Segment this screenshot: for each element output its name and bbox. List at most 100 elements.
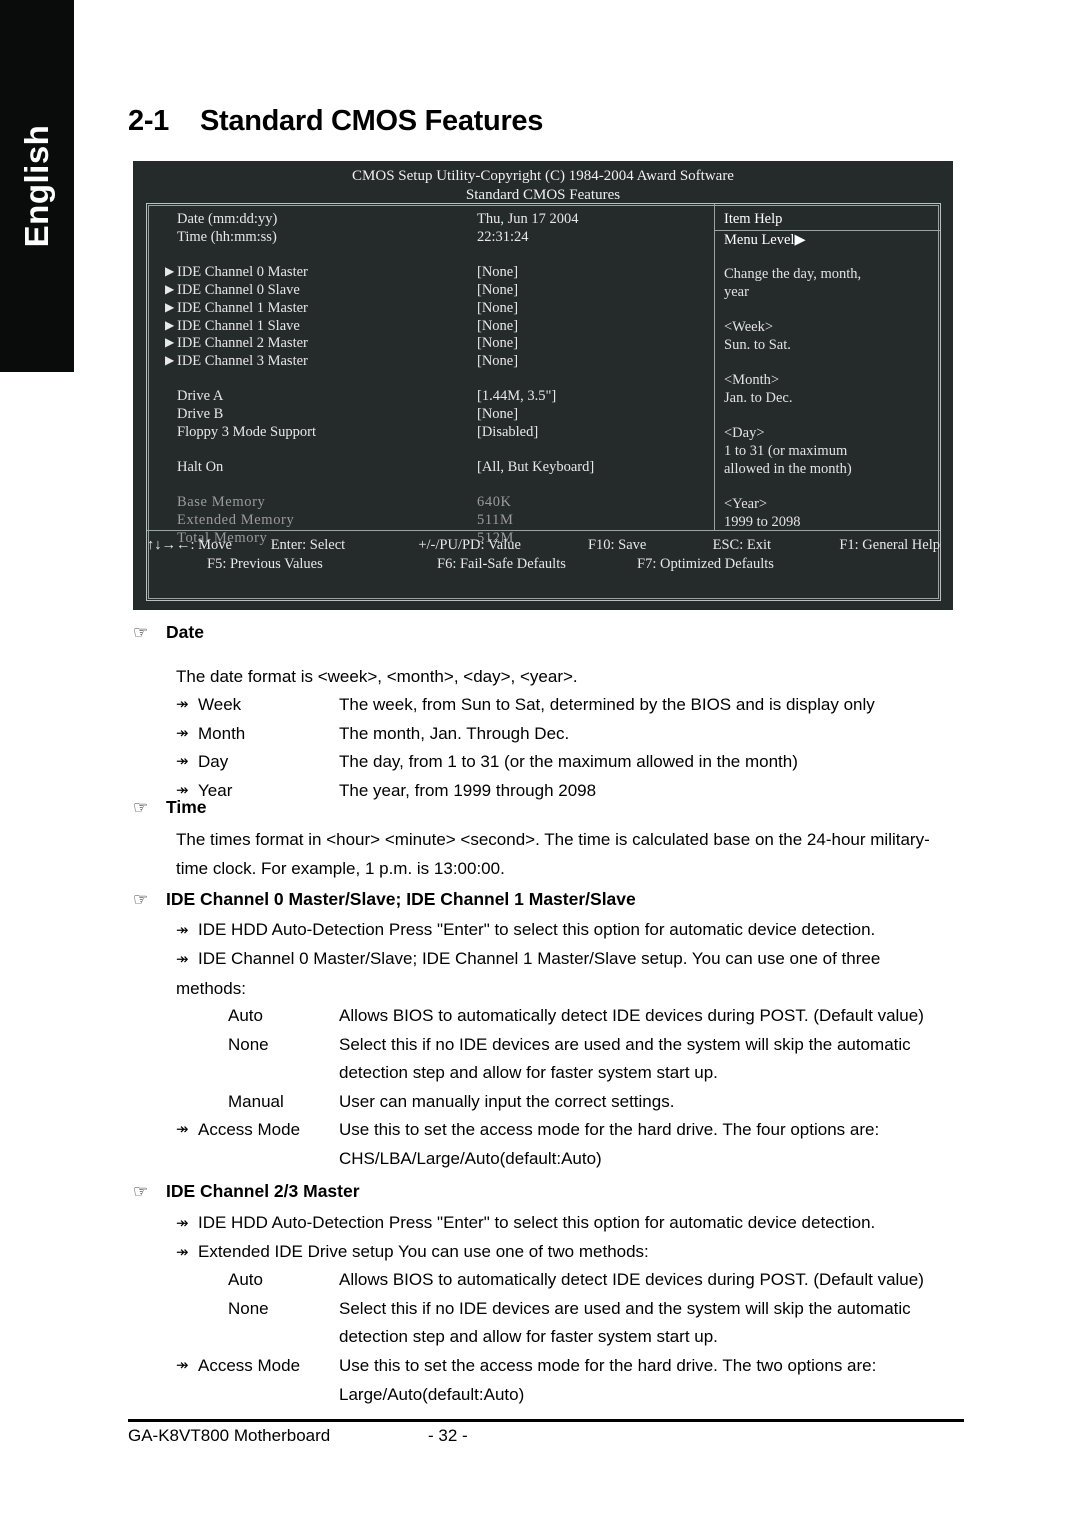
- item-help-header: Item Help: [715, 211, 940, 231]
- definition-description: Use this to set the access mode for the …: [339, 1120, 880, 1139]
- hand-pointer-icon: ☞: [133, 1182, 149, 1201]
- bios-row-spacer: [147, 247, 714, 264]
- definition-row: None Select this if no IDE devices are us…: [176, 1295, 964, 1324]
- bios-setting-row[interactable]: ▶ IDE Channel 1 Slave [None]: [147, 318, 714, 336]
- section-heading-ide01: ☞ IDE Channel 0 Master/Slave; IDE Channe…: [133, 889, 636, 910]
- definition-row: ↠ Access Mode Use this to set the access m…: [176, 1352, 964, 1381]
- item-help-spacer: [724, 355, 940, 372]
- bios-title-block: CMOS Setup Utility-Copyright (C) 1984-20…: [133, 161, 953, 205]
- definition-term: ↠ Access Mode: [176, 1352, 339, 1381]
- item-help-spacer: [724, 302, 940, 319]
- key-legend-item: F10: Save: [587, 537, 647, 553]
- item-help-spacer: [724, 479, 940, 496]
- submenu-arrow-icon: [147, 229, 177, 247]
- item-help-line: allowed in the month): [724, 460, 852, 477]
- double-arrow-bullet-icon: ↠: [176, 1244, 189, 1261]
- key-legend-item: ESC: Exit: [712, 537, 772, 553]
- definition-row: None Select this if no IDE devices are us…: [176, 1031, 964, 1060]
- ide23-bullet-2-text: Extended IDE Drive setup You can use one…: [198, 1242, 649, 1261]
- submenu-arrow-icon: [147, 459, 177, 477]
- ide23-bullet-2: ↠ Extended IDE Drive setup You can use on…: [176, 1238, 966, 1268]
- double-arrow-bullet-icon: ↠: [176, 1357, 189, 1374]
- submenu-arrow-icon: [147, 211, 177, 229]
- submenu-arrow-icon: ▶: [165, 263, 175, 278]
- bios-setting-row[interactable]: Drive B [None]: [147, 406, 714, 424]
- bios-key-legend: ↑↓→←: Move Enter: Select +/-/PU/PD: Value F…: [147, 530, 940, 600]
- bios-settings-list: Date (mm:dd:yy) Thu, Jun 17 2004 Time (hh:…: [147, 204, 714, 546]
- definition-term-label: Year: [198, 780, 233, 800]
- bios-setting-value: [None]: [477, 406, 519, 423]
- ide01-bullet-1-text: IDE HDD Auto-Detection Press "Enter" to …: [198, 920, 876, 939]
- double-arrow-bullet-icon: ↠: [176, 724, 189, 742]
- ide23-bullet-1-text: IDE HDD Auto-Detection Press "Enter" to …: [198, 1213, 876, 1232]
- time-text-line-1: The times format in <hour> <minute> <sec…: [176, 830, 930, 849]
- double-arrow-bullet-icon: ↠: [176, 696, 189, 713]
- double-arrow-bullet-icon: ↠: [176, 1215, 189, 1232]
- bios-setting-row[interactable]: Base Memory 640K: [147, 494, 714, 512]
- bios-setting-row[interactable]: ▶ IDE Channel 0 Master [None]: [147, 264, 714, 282]
- definition-term: ↠ Day: [176, 748, 339, 777]
- bios-setting-label: IDE Channel 0 Slave: [177, 281, 300, 298]
- bios-row-spacer: [147, 477, 714, 494]
- section-heading-date: ☞ Date: [133, 622, 204, 643]
- bios-frame: Date (mm:dd:yy) Thu, Jun 17 2004 Time (hh:…: [146, 203, 941, 601]
- definition-term-label: Month: [198, 723, 246, 743]
- page-content: 2-1 Standard CMOS Features CMOS Setup Uti…: [128, 0, 964, 1532]
- bios-setting-label: Base Memory: [177, 493, 266, 510]
- footer-product-name: GA-K8VT800 Motherboard: [128, 1426, 331, 1445]
- submenu-arrow-icon: [147, 494, 177, 512]
- definition-row: Manual User can manually input the correc…: [176, 1088, 964, 1117]
- definition-term-label: Auto: [228, 1006, 263, 1025]
- section-title: Standard CMOS Features: [200, 105, 544, 137]
- hand-pointer-icon: ☞: [133, 798, 149, 817]
- item-help-line: <Month>: [724, 371, 780, 388]
- section-number: 2-1: [128, 105, 170, 137]
- bios-setting-row[interactable]: ▶ IDE Channel 1 Master [None]: [147, 300, 714, 318]
- definition-description: Large/Auto(default:Auto): [339, 1384, 525, 1404]
- bios-setting-row[interactable]: ▶ IDE Channel 3 Master [None]: [147, 353, 714, 371]
- ide01-access-mode-list: ↠ Access Mode Use this to set the access m…: [176, 1116, 964, 1173]
- hand-pointer-icon: ☞: [133, 890, 149, 909]
- definition-description: Select this if no IDE devices are used a…: [339, 1034, 911, 1054]
- bios-setting-value: [None]: [477, 335, 519, 352]
- bios-setting-label: IDE Channel 1 Slave: [177, 317, 300, 334]
- item-help-line: Sun. to Sat.: [724, 336, 791, 353]
- key-legend-row-2: F5: Previous Values F6: Fail-Safe Default…: [147, 555, 940, 574]
- section-heading-ide23: ☞ IDE Channel 2/3 Master: [133, 1181, 360, 1202]
- bios-setting-row[interactable]: Extended Memory 511M: [147, 512, 714, 530]
- ide01-bullet-1: ↠ IDE HDD Auto-Detection Press "Enter" to…: [176, 916, 966, 946]
- submenu-arrow-icon: [147, 424, 177, 442]
- bios-setting-value: [Disabled]: [477, 424, 539, 441]
- bios-setting-row[interactable]: Date (mm:dd:yy) Thu, Jun 17 2004: [147, 211, 714, 229]
- double-arrow-bullet-icon: ↠: [176, 922, 189, 939]
- submenu-arrow-icon: [147, 406, 177, 424]
- bios-setting-value: 511M: [477, 511, 514, 528]
- key-legend-row-1: ↑↓→←: Move Enter: Select +/-/PU/PD: Value F…: [147, 536, 940, 555]
- bios-setting-row[interactable]: Floppy 3 Mode Support [Disabled]: [147, 424, 714, 442]
- section-heading-date-label: Date: [166, 622, 204, 642]
- bios-setting-label: Drive A: [177, 388, 224, 405]
- bios-setting-row[interactable]: ▶ IDE Channel 0 Slave [None]: [147, 282, 714, 300]
- definition-description: The day, from 1 to 31 (or the maximum al…: [339, 752, 798, 771]
- definition-term-label: Access Mode: [198, 1356, 301, 1375]
- submenu-arrow-icon: [147, 512, 177, 530]
- bios-setting-row[interactable]: Halt On [All, But Keyboard]: [147, 459, 714, 477]
- bios-setting-label: Halt On: [177, 458, 224, 475]
- bios-setting-row[interactable]: ▶ IDE Channel 2 Master [None]: [147, 335, 714, 353]
- definition-term: ↠ Access Mode: [176, 1116, 339, 1145]
- item-help-line: 1999 to 2098: [724, 513, 801, 530]
- bios-setting-value: [1.44M, 3.5"]: [477, 388, 557, 405]
- language-tab-label: English: [18, 124, 55, 248]
- key-legend-item: F6: Fail-Safe Defaults: [437, 555, 566, 572]
- bios-setting-row[interactable]: Drive A [1.44M, 3.5"]: [147, 388, 714, 406]
- bios-setting-row[interactable]: Time (hh:mm:ss) 22:31:24: [147, 229, 714, 247]
- definition-term: Auto: [176, 1002, 339, 1031]
- definition-term-label: Day: [198, 752, 229, 771]
- definition-term: Manual: [176, 1088, 339, 1117]
- menu-level-arrow-icon: ▶: [794, 232, 806, 248]
- definition-term-label: Auto: [228, 1270, 263, 1289]
- definition-term-label: Week: [198, 695, 242, 714]
- language-tab: English: [0, 0, 74, 372]
- definition-row: ↠ Year The year, from 1999 through 2098: [176, 777, 964, 806]
- ide23-access-mode-list: ↠ Access Mode Use this to set the access m…: [176, 1352, 964, 1409]
